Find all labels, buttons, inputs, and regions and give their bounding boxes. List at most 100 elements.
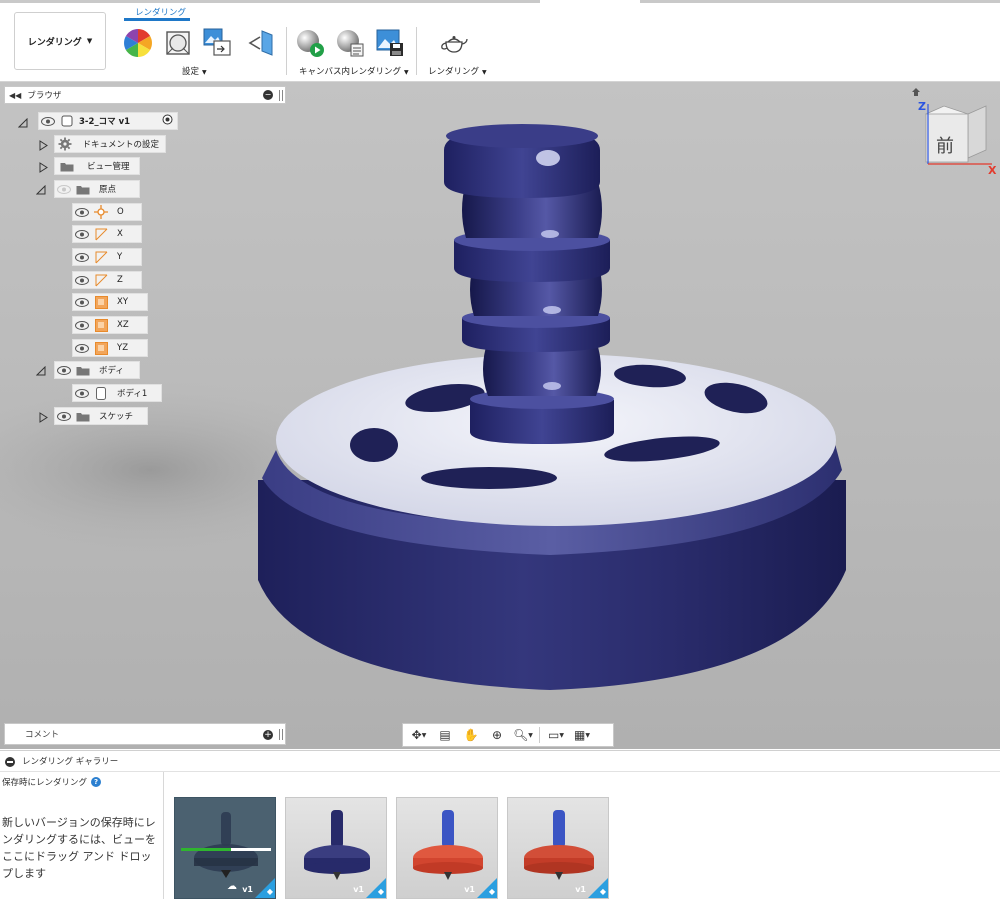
add-comment-icon[interactable]: +: [263, 730, 273, 740]
texture-map-icon[interactable]: [202, 27, 234, 59]
tab-rendering[interactable]: レンダリング: [135, 6, 186, 18]
plane-icon: [93, 295, 109, 309]
tree-item-bodies[interactable]: ボディ: [54, 361, 140, 379]
tree-root-component[interactable]: 3-2_コマ v1: [38, 112, 178, 130]
orbit-icon[interactable]: ✥ ▼: [407, 725, 431, 745]
eye-icon[interactable]: [73, 205, 91, 219]
tree-item-document-settings[interactable]: ドキュメントの設定: [54, 135, 166, 153]
gallery-thumbnail[interactable]: v1 ◆: [396, 797, 498, 899]
axis-icon: [93, 273, 109, 287]
divider: [286, 27, 287, 75]
panel-grip-handle[interactable]: [279, 729, 283, 740]
top-strip: [640, 0, 1000, 3]
drop-hint-text: 新しいバージョンの保存時にレンダリングするには、ビューをここにドラッグ アンド …: [2, 816, 156, 880]
scene-settings-icon[interactable]: [162, 27, 194, 59]
axis-icon: [93, 250, 109, 264]
teapot-render-icon[interactable]: [438, 27, 470, 59]
rendering-gallery-header[interactable]: レンダリング ギャラリー: [0, 750, 1000, 772]
view-cube-front-label[interactable]: 前: [936, 132, 954, 158]
render-progress-fill: [181, 848, 231, 851]
activate-radio-icon[interactable]: [162, 114, 173, 128]
x-axis-label: X: [988, 164, 997, 177]
in-canvas-settings-icon[interactable]: [334, 27, 366, 59]
expand-triangle-icon[interactable]: [38, 139, 48, 151]
display-settings-icon[interactable]: ▭ ▼: [544, 725, 568, 745]
tree-item-sketches[interactable]: スケッチ: [54, 407, 148, 425]
panel-grip-handle[interactable]: [279, 90, 283, 101]
origin-point-icon: [93, 205, 109, 219]
render-quality-icon: ◆: [599, 887, 606, 896]
tree-item-y-axis[interactable]: Y: [72, 248, 142, 266]
collapse-left-icon[interactable]: ◀◀: [9, 91, 21, 100]
decal-icon[interactable]: [244, 27, 276, 59]
minus-circle-icon[interactable]: −: [263, 90, 273, 100]
look-at-icon[interactable]: ▤: [433, 725, 457, 745]
root-component-label: 3-2_コマ v1: [79, 117, 131, 127]
zoom-icon[interactable]: ⊕: [485, 725, 509, 745]
collapse-minus-icon[interactable]: [5, 757, 15, 767]
comments-panel-header[interactable]: コメント +: [4, 723, 286, 745]
top-strip: [0, 0, 540, 3]
comments-label: コメント: [25, 730, 60, 740]
eye-icon[interactable]: [73, 295, 91, 309]
eye-icon[interactable]: [55, 363, 73, 377]
pan-hand-icon[interactable]: ✋: [459, 725, 483, 745]
tree-item-origin-point[interactable]: O: [72, 203, 142, 221]
gallery-thumbnail[interactable]: ☁ v1 ◆: [174, 797, 276, 899]
spinning-top-model[interactable]: [0, 82, 1000, 749]
gallery-drop-area[interactable]: 保存時にレンダリング ? 新しいバージョンの保存時にレンダリングするには、ビュー…: [0, 772, 164, 899]
component-icon: [59, 114, 75, 128]
eye-icon[interactable]: [55, 409, 73, 423]
ribbon-toolbar: レンダリング ▼ レンダリング 設定 ▼ キャンバス内レンダリング ▼ レンダリ…: [0, 0, 1000, 82]
tree-item-view-management[interactable]: ビュー管理: [54, 157, 140, 175]
tree-item-z-axis[interactable]: Z: [72, 271, 142, 289]
version-label: v1: [353, 885, 364, 894]
cloud-pending-icon: ☁: [227, 881, 237, 892]
eye-icon[interactable]: [73, 341, 91, 355]
tree-item-xy-plane[interactable]: XY: [72, 293, 148, 311]
tree-item-xz-plane[interactable]: XZ: [72, 316, 148, 334]
eye-icon[interactable]: [73, 318, 91, 332]
version-label: v1: [575, 885, 586, 894]
tree-item-origin[interactable]: 原点: [54, 180, 140, 198]
collapse-triangle-icon[interactable]: [18, 117, 28, 129]
workspace-label: レンダリング: [27, 37, 82, 48]
render-progress-bar: [181, 848, 271, 851]
divider: [416, 27, 417, 75]
group-in-canvas-label[interactable]: キャンバス内レンダリング ▼: [299, 65, 409, 77]
folder-icon: [57, 159, 77, 173]
browser-panel-header[interactable]: ◀◀ ブラウザ −: [4, 86, 286, 104]
eye-hidden-icon[interactable]: [55, 182, 73, 196]
collapse-triangle-icon[interactable]: [36, 365, 46, 377]
fit-window-icon[interactable]: 🔍︎ ▼: [511, 725, 535, 745]
eye-icon[interactable]: [73, 227, 91, 241]
render-quality-icon: ◆: [488, 887, 495, 896]
appearance-icon[interactable]: [122, 27, 154, 59]
grid-settings-icon[interactable]: ▦ ▼: [570, 725, 594, 745]
home-icon: [912, 88, 920, 96]
workspace-switcher[interactable]: レンダリング ▼: [14, 12, 106, 70]
gallery-thumbnail[interactable]: v1 ◆: [285, 797, 387, 899]
in-canvas-render-icon[interactable]: [294, 27, 326, 59]
eye-icon[interactable]: [39, 114, 57, 128]
expand-triangle-icon[interactable]: [38, 161, 48, 173]
group-setup-label[interactable]: 設定 ▼: [182, 65, 207, 77]
version-label: v1: [242, 885, 253, 894]
folder-icon: [75, 182, 91, 196]
capture-image-icon[interactable]: [374, 27, 406, 59]
group-render-label[interactable]: レンダリング ▼: [428, 65, 487, 77]
view-cube[interactable]: 前 Z X: [904, 88, 998, 182]
eye-icon[interactable]: [73, 273, 91, 287]
expand-triangle-icon[interactable]: [38, 411, 48, 423]
eye-icon[interactable]: [73, 250, 91, 264]
help-icon[interactable]: ?: [91, 777, 102, 787]
gallery-thumbnail[interactable]: v1 ◆: [507, 797, 609, 899]
folder-icon: [75, 409, 91, 423]
tree-item-yz-plane[interactable]: YZ: [72, 339, 148, 357]
tree-item-x-axis[interactable]: X: [72, 225, 142, 243]
canvas-viewport[interactable]: [0, 82, 1000, 749]
tree-item-body1[interactable]: ボディ1: [72, 384, 162, 402]
chevron-down-icon: ▼: [86, 37, 93, 45]
collapse-triangle-icon[interactable]: [36, 184, 46, 196]
eye-icon[interactable]: [73, 386, 91, 400]
